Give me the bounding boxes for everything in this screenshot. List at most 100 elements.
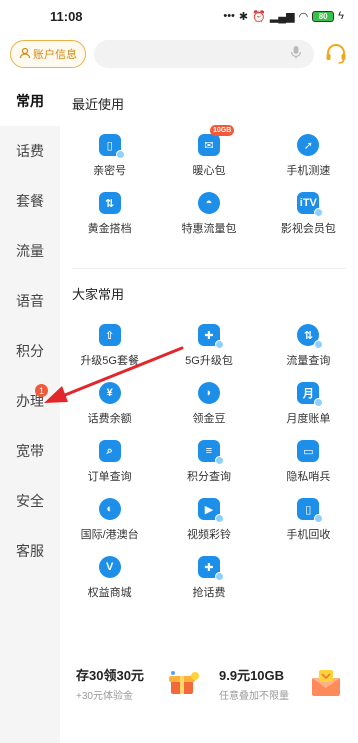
points-icon: ≡	[197, 440, 224, 465]
microphone-icon[interactable]	[290, 45, 302, 64]
service-item-golden-partner[interactable]: ⇅ 黄金搭档	[60, 184, 159, 242]
account-info-button[interactable]: 账户信息	[10, 40, 86, 68]
signal-icon: ▂▄▆	[269, 10, 295, 23]
sidebar-item-label: 积分	[16, 343, 44, 359]
header: 账户信息	[0, 32, 358, 76]
promo-text: 存30领30元 +30元体验金	[76, 665, 144, 702]
service-item-privacy-guard[interactable]: ▭ 隐私哨兵	[259, 432, 358, 490]
mall-icon: V	[98, 556, 121, 578]
service-label: 特惠流量包	[181, 223, 237, 235]
sidebar-item-common[interactable]: 常用	[0, 76, 60, 126]
status-bar: 11:08 ••• ✱ ⏰ ▂▄▆ ◠ 80 ϟ	[0, 0, 358, 32]
sidebar-item-label: 客服	[16, 543, 44, 559]
sidebar-item-label: 流量	[16, 243, 44, 259]
service-label: 积分查询	[186, 471, 231, 483]
service-item-points-query[interactable]: ≡ 积分查询	[159, 432, 258, 490]
service-item-intimate-number[interactable]: ▯ 亲密号	[60, 126, 159, 184]
service-label: 手机回收	[286, 529, 331, 541]
sidebar-item-label: 常用	[16, 93, 44, 109]
sidebar-item-handle[interactable]: 办理 1	[0, 376, 60, 426]
promo-badge: 10GB	[209, 125, 235, 136]
sidebar-item-plan[interactable]: 套餐	[0, 176, 60, 226]
envelope-icon	[308, 668, 344, 698]
promo-banners: 存30领30元 +30元体验金 9.9元10GB 任意叠加不限量	[70, 658, 350, 708]
globe-icon: ◐	[98, 498, 121, 520]
service-label: 流量查询	[286, 355, 331, 367]
user-icon	[19, 47, 31, 62]
service-item-gold-beans[interactable]: ◗ 领金豆	[159, 374, 258, 432]
section-divider	[72, 268, 346, 269]
service-label: 视频彩铃	[186, 529, 231, 541]
yuan-icon: ¥	[98, 382, 121, 404]
sidebar-item-label: 安全	[16, 493, 44, 509]
service-item-monthly-bill[interactable]: 月 月度账单	[259, 374, 358, 432]
service-item-rights-mall[interactable]: V 权益商城	[60, 548, 159, 606]
service-label: 手机测速	[286, 165, 331, 177]
privacy-icon: ▭	[297, 440, 320, 462]
sidebar-item-label: 套餐	[16, 193, 44, 209]
service-item-upgrade-5g-plan[interactable]: ⇧ 升级5G套餐	[60, 316, 159, 374]
recycle-icon: ▯	[297, 498, 324, 523]
status-icons: ••• ✱ ⏰ ▂▄▆ ◠ 80 ϟ	[223, 10, 344, 23]
service-item-data-query[interactable]: ⇅ 流量查询	[259, 316, 358, 374]
promo-deposit-30[interactable]: 存30领30元 +30元体验金	[70, 658, 207, 708]
sidebar-item-label: 话费	[16, 143, 44, 159]
service-item-data-pack[interactable]: ◓ 特惠流量包	[159, 184, 258, 242]
sidebar-item-data[interactable]: 流量	[0, 226, 60, 276]
gift-box-icon	[165, 668, 201, 698]
video-ring-icon: ▶	[197, 498, 224, 523]
service-item-5g-upgrade-pack[interactable]: ✚ 5G升级包	[159, 316, 258, 374]
promo-10gb[interactable]: 9.9元10GB 任意叠加不限量	[213, 658, 350, 708]
service-item-international[interactable]: ◐ 国际/港澳台	[60, 490, 159, 548]
common-section-title: 大家常用	[72, 287, 125, 302]
notification-badge: 1	[35, 384, 48, 397]
promo-subtitle: +30元体验金	[76, 690, 133, 702]
service-item-warm-pack[interactable]: ✉ 10GB 暖心包	[159, 125, 258, 184]
search-input[interactable]	[94, 40, 314, 68]
recent-section-title: 最近使用	[72, 97, 125, 112]
service-label: 订单查询	[87, 471, 132, 483]
service-label: 权益商城	[87, 587, 132, 599]
sidebar-item-service[interactable]: 客服	[0, 526, 60, 576]
service-item-video-ringtone[interactable]: ▶ 视频彩铃	[159, 490, 258, 548]
bill-icon: 月	[297, 382, 324, 407]
speed-icon: ➚	[297, 134, 320, 156]
service-label: 升级5G套餐	[80, 355, 139, 367]
service-label: 抢话费	[192, 587, 226, 599]
sidebar-item-points[interactable]: 积分	[0, 326, 60, 376]
partner-icon: ⇅	[98, 192, 121, 214]
alarm-icon: ⏰	[252, 10, 266, 23]
service-label: 月度账单	[286, 413, 331, 425]
promo-subtitle: 任意叠加不限量	[219, 690, 289, 702]
account-info-label: 账户信息	[33, 49, 77, 61]
service-item-speed-test[interactable]: ➚ 手机测速	[259, 126, 358, 184]
sidebar-item-phone-bill[interactable]: 话费	[0, 126, 60, 176]
customer-service-icon[interactable]	[322, 40, 350, 68]
service-item-grab-credit[interactable]: ✚ 抢话费	[159, 548, 258, 606]
promo-title: 9.9元10GB	[219, 667, 285, 683]
service-label: 领金豆	[192, 413, 226, 425]
promo-text: 9.9元10GB 任意叠加不限量	[219, 665, 289, 702]
service-label: 国际/港澳台	[80, 529, 139, 541]
service-label: 隐私哨兵	[286, 471, 331, 483]
gift-pack-icon: ✉ 10GB	[197, 125, 235, 156]
service-label: 亲密号	[93, 165, 127, 177]
sidebar-item-security[interactable]: 安全	[0, 476, 60, 526]
service-item-video-membership[interactable]: iTV 影视会员包	[259, 184, 358, 242]
service-label: 5G升级包	[185, 355, 233, 367]
upgrade-icon: ⇧	[98, 324, 121, 346]
service-item-phone-recycle[interactable]: ▯ 手机回收	[259, 490, 358, 548]
service-label: 暖心包	[192, 165, 226, 177]
recent-grid: ▯ 亲密号 ✉ 10GB 暖心包 ➚ 手机测速 ⇅ 黄金搭档 ◓ 特惠流量包 iT…	[60, 125, 358, 242]
sidebar-item-label: 宽带	[16, 443, 44, 459]
bluetooth-icon: ✱	[238, 10, 249, 23]
data-query-icon: ⇅	[297, 324, 324, 349]
gift-icon: ✚	[197, 324, 224, 349]
service-item-order-query[interactable]: ⌕ 订单查询	[60, 432, 159, 490]
service-item-balance[interactable]: ¥ 话费余额	[60, 374, 159, 432]
battery-icon: 80	[312, 10, 335, 22]
phone-icon: ▯	[98, 134, 125, 159]
sidebar-item-broadband[interactable]: 宽带	[0, 426, 60, 476]
order-icon: ⌕	[98, 440, 121, 462]
sidebar-item-voice[interactable]: 语音	[0, 276, 60, 326]
